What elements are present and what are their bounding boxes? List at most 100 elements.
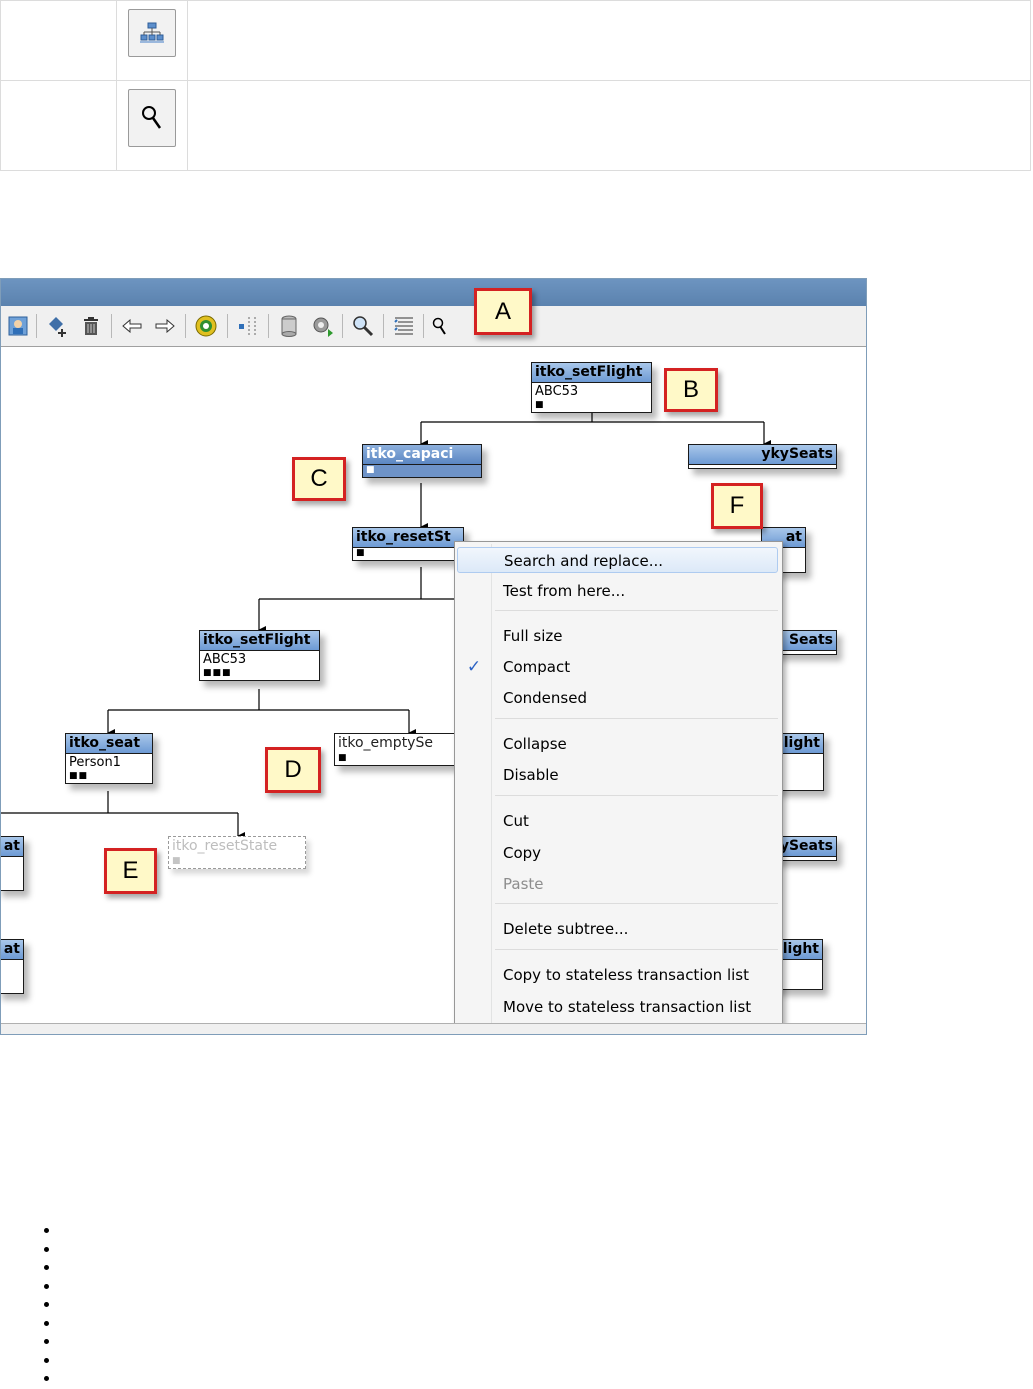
node-status-dots: ■ (172, 856, 182, 866)
toolbar-separator (111, 314, 112, 338)
menu-item-compact[interactable]: Compact (457, 654, 778, 680)
split-icon[interactable] (235, 313, 261, 339)
node-status-dots (689, 465, 836, 468)
menu-item-collapse[interactable]: Collapse (457, 731, 778, 757)
user-icon[interactable] (5, 313, 31, 339)
toolbar-separator (342, 314, 343, 338)
toolbar-separator (268, 314, 269, 338)
node-value: ABC53 (535, 384, 579, 399)
search-icon[interactable] (350, 313, 376, 339)
node-resetst[interactable]: itko_resetSt ■ (352, 527, 464, 561)
menu-separator (495, 903, 778, 904)
node-title: at (1, 837, 23, 857)
toolbar (1, 306, 866, 347)
back-arrow-icon[interactable] (119, 313, 145, 339)
toolbar-separator (383, 314, 384, 338)
node-at-left-2[interactable]: at (1, 939, 24, 994)
node-title: itko_resetState (169, 837, 305, 856)
table-cell (0, 80, 117, 171)
node-title: itko_setFlight (200, 631, 319, 651)
menu-item-paste: Paste (503, 875, 544, 893)
callout-b: B (664, 368, 718, 412)
node-at-left[interactable]: at (1, 836, 24, 891)
menu-item-cut[interactable]: Cut (457, 808, 778, 834)
node-setflight-root[interactable]: itko_setFlight ABC53 ■ (531, 362, 652, 413)
table-cell (187, 0, 1031, 81)
node-status-dots: ■ (535, 400, 545, 410)
align-icon[interactable] (391, 313, 417, 339)
node-status-dots: ■■■ (203, 668, 232, 678)
node-title: itko_resetSt (353, 528, 463, 548)
node-resetstate-disabled[interactable]: itko_resetState ■ (168, 836, 306, 869)
callout-e: E (104, 848, 157, 894)
list-item (38, 1241, 49, 1260)
conversation-tree-canvas[interactable]: itko_setFlight ABC53 ■ itko_capaci ■ yky… (1, 347, 866, 1034)
magnifier-icon[interactable] (426, 313, 452, 339)
toolbar-separator (36, 314, 37, 338)
node-value: ABC53 (203, 652, 247, 667)
node-title: itko_setFlight (532, 363, 651, 383)
table-cell (0, 0, 117, 81)
title-bar (1, 279, 866, 306)
node-seat[interactable]: itko_seat Person1 ■■ (65, 733, 153, 784)
list-item (38, 1296, 49, 1315)
node-title: itko_emptySe (335, 734, 460, 753)
context-menu: Search and replace... Test from here... … (454, 541, 783, 1034)
database-icon[interactable] (276, 313, 302, 339)
menu-separator (495, 949, 778, 950)
node-status-dots: ■■ (69, 771, 89, 781)
menu-item-disable[interactable]: Disable (457, 762, 778, 788)
add-node-icon[interactable] (45, 313, 71, 339)
menu-item-full-size[interactable]: Full size (457, 623, 778, 649)
node-status-dots: ■ (356, 548, 366, 558)
menu-item-copy[interactable]: Copy (457, 840, 778, 866)
status-bar (1, 1023, 866, 1034)
node-capacity-selected[interactable]: itko_capaci ■ (362, 444, 482, 478)
conversation-tree-window: itko_setFlight ABC53 ■ itko_capaci ■ yky… (0, 278, 867, 1035)
node-value: Person1 (69, 755, 121, 770)
list-item (38, 1370, 49, 1389)
menu-item-delete-subtree[interactable]: Delete subtree... (457, 916, 778, 942)
node-title: itko_seat (66, 734, 152, 754)
icon-reference-table (0, 0, 1031, 171)
node-setflight-mid[interactable]: itko_setFlight ABC53 ■■■ (199, 630, 320, 681)
node-status-dots: ■ (338, 753, 348, 763)
node-seats-right-top[interactable]: ykySeats (688, 444, 837, 469)
magnifier-icon (128, 89, 176, 147)
list-item (38, 1352, 49, 1371)
menu-item-search-and-replace[interactable]: Search and replace... (457, 547, 778, 573)
node-title: itko_capaci (363, 445, 481, 465)
node-title: at (1, 940, 23, 960)
toolbar-separator (185, 314, 186, 338)
menu-item-test-from-here[interactable]: Test from here... (457, 578, 778, 604)
menu-separator (495, 795, 778, 796)
gear-icon[interactable] (309, 313, 335, 339)
list-item (38, 1315, 49, 1334)
menu-item-condensed[interactable]: Condensed (457, 685, 778, 711)
menu-separator (495, 610, 778, 611)
table-cell (116, 80, 188, 171)
delete-icon[interactable] (78, 313, 104, 339)
node-emptyseats[interactable]: itko_emptySe ■ (334, 733, 461, 766)
toolbar-separator (227, 314, 228, 338)
forward-arrow-icon[interactable] (152, 313, 178, 339)
node-title: ykySeats (689, 445, 836, 465)
org-chart-icon (128, 9, 176, 57)
node-status-dots: ■ (366, 465, 376, 475)
callout-a: A (474, 288, 532, 335)
list-item (38, 1333, 49, 1352)
callout-f: F (711, 483, 763, 529)
table-cell (116, 0, 188, 81)
table-cell (187, 80, 1031, 171)
callout-d: D (265, 747, 321, 793)
table-row (0, 80, 1031, 171)
list-item (38, 1222, 49, 1241)
menu-item-copy-to-stateless[interactable]: Copy to stateless transaction list (457, 962, 778, 988)
list-item (38, 1278, 49, 1297)
bullet-list (38, 1222, 49, 1389)
table-row (0, 0, 1031, 81)
toolbar-separator (423, 314, 424, 338)
menu-item-move-to-stateless[interactable]: Move to stateless transaction list (457, 994, 778, 1020)
callout-c: C (292, 457, 346, 501)
refresh-icon[interactable] (193, 313, 219, 339)
